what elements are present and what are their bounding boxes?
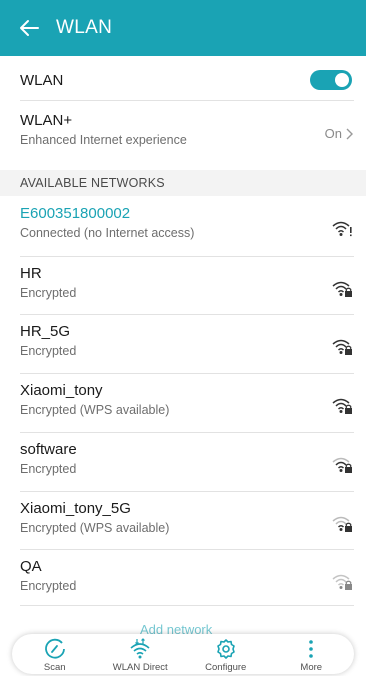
divider (20, 432, 354, 433)
divider (20, 100, 354, 101)
network-item[interactable]: HR_5G Encrypted (20, 316, 354, 374)
divider (20, 373, 354, 374)
network-item[interactable]: Xiaomi_tony Encrypted (WPS available) (20, 375, 354, 433)
wlan-plus-value: On (325, 126, 354, 141)
wlan-toggle-row[interactable]: WLAN (20, 70, 354, 102)
network-name: Xiaomi_tony (20, 382, 103, 399)
network-status: Encrypted (WPS available) (20, 521, 170, 535)
configure-button[interactable]: Configure (183, 634, 269, 674)
network-name: Xiaomi_tony_5G (20, 500, 131, 517)
wlan-plus-row[interactable]: WLAN+ Enhanced Internet experience On (20, 112, 354, 162)
network-item[interactable]: E600351800002 Connected (no Internet acc… (20, 198, 354, 256)
wlan-plus-label: WLAN+ (20, 112, 73, 129)
wlan-direct-button[interactable]: WLAN Direct (98, 634, 184, 674)
wlan-toggle-label: WLAN (20, 72, 64, 89)
scan-button[interactable]: Scan (12, 634, 98, 674)
divider (20, 256, 354, 257)
divider (20, 549, 354, 550)
network-item[interactable]: QA Encrypted (20, 551, 354, 609)
section-header: AVAILABLE NETWORKS (0, 170, 366, 196)
divider (20, 491, 354, 492)
wlan-plus-subtitle: Enhanced Internet experience (20, 133, 187, 147)
network-item[interactable]: software Encrypted (20, 434, 354, 492)
network-name: QA (20, 558, 42, 575)
wlan-direct-icon (130, 638, 150, 659)
wifi-locked-icon (332, 457, 352, 473)
configure-label: Configure (205, 662, 247, 673)
network-name: HR_5G (20, 323, 71, 340)
divider (20, 314, 354, 315)
network-name: software (20, 441, 77, 458)
network-item[interactable]: HR Encrypted (20, 258, 354, 316)
wlan-toggle-switch[interactable] (310, 70, 352, 90)
more-label: More (300, 662, 323, 673)
bottom-action-bar: Scan WLAN Direct Configure More (12, 634, 354, 674)
back-arrow-icon[interactable] (18, 16, 42, 40)
scan-icon (44, 638, 65, 659)
chevron-right-icon (346, 128, 353, 139)
wlan-direct-label: WLAN Direct (112, 662, 168, 673)
toggle-knob (335, 73, 349, 87)
network-name: E600351800002 (20, 205, 131, 222)
wifi-locked-icon (332, 516, 352, 532)
network-status: Encrypted (WPS available) (20, 403, 170, 417)
wifi-locked-icon (332, 281, 352, 297)
divider (20, 605, 354, 606)
more-icon (309, 640, 314, 658)
network-status: Encrypted (20, 286, 77, 300)
wifi-no-internet-icon (332, 221, 352, 237)
network-status: Encrypted (20, 462, 77, 476)
wifi-locked-icon (332, 339, 352, 355)
network-status: Encrypted (20, 344, 77, 358)
more-button[interactable]: More (269, 634, 355, 674)
gear-icon (216, 639, 235, 659)
wlan-plus-value-text: On (324, 126, 342, 141)
app-bar: WLAN (0, 0, 366, 56)
section-title: AVAILABLE NETWORKS (20, 176, 165, 190)
network-status: Connected (no Internet access) (20, 226, 195, 240)
scan-label: Scan (43, 662, 66, 673)
wifi-locked-icon (332, 574, 352, 590)
network-item[interactable]: Xiaomi_tony_5G Encrypted (WPS available) (20, 493, 354, 551)
network-name: HR (20, 265, 42, 282)
page-title: WLAN (56, 17, 113, 38)
network-status: Encrypted (20, 579, 77, 593)
wifi-locked-icon (332, 398, 352, 414)
